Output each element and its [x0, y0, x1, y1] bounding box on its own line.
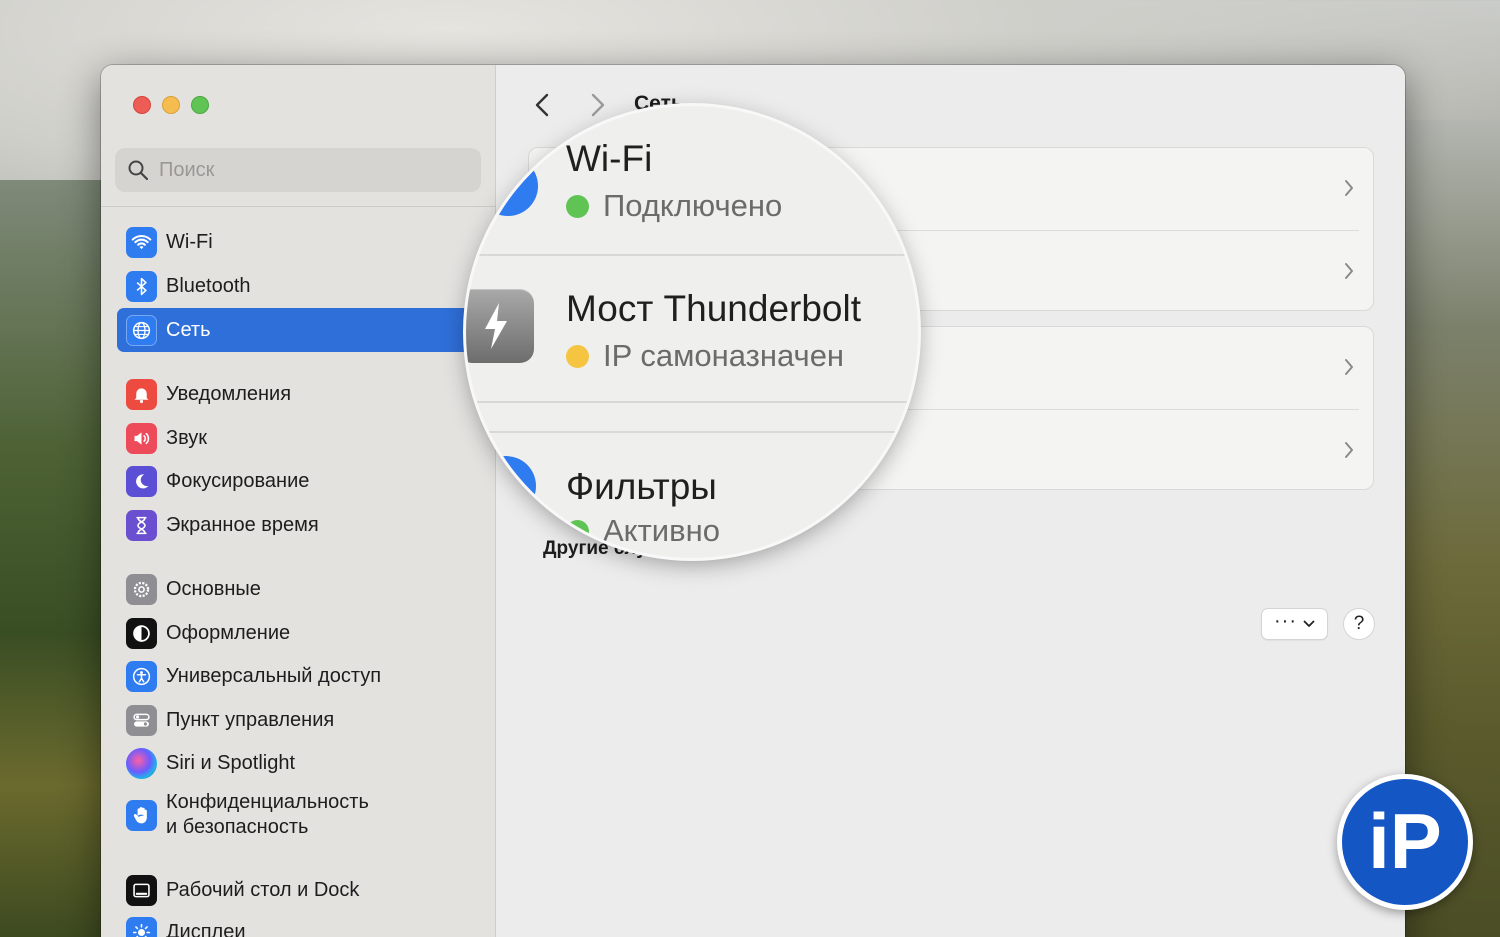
back-button[interactable]	[531, 91, 553, 119]
speaker-icon	[126, 422, 157, 454]
lens-wifi-status: Подключено	[566, 188, 782, 224]
sidebar-item-bluetooth[interactable]: Bluetooth	[117, 264, 479, 308]
lens-filters-title: Фильтры	[566, 466, 717, 507]
sidebar-item-appearance[interactable]: Оформление	[117, 611, 479, 655]
chevron-left-icon	[535, 93, 549, 117]
sidebar-item-label: Конфиденциальность	[166, 791, 369, 813]
ellipsis-icon: ···	[1274, 610, 1297, 632]
help-button[interactable]: ?	[1343, 608, 1375, 640]
sidebar-item-accessibility[interactable]: Универсальный доступ	[117, 654, 479, 698]
zoom-button[interactable]	[191, 96, 209, 114]
sidebar-item-displays[interactable]: Дисплеи	[117, 910, 479, 937]
bell-icon	[126, 378, 157, 410]
chevron-right-icon	[1345, 359, 1353, 375]
sidebar-item-label: Сеть	[166, 318, 211, 341]
sidebar-item-label: Пункт управления	[166, 708, 335, 731]
bluetooth-icon	[126, 270, 157, 302]
dock-icon	[126, 874, 157, 906]
sidebar-item-sound[interactable]: Звук	[117, 416, 479, 460]
lens-wifi-title: Wi-Fi	[566, 138, 653, 179]
sidebar-item-label: Универсальный доступ	[166, 664, 382, 687]
chevron-right-icon	[1345, 180, 1353, 196]
sidebar-item-siri[interactable]: Siri и Spotlight	[117, 741, 479, 785]
chevron-down-icon	[1303, 620, 1315, 627]
lens-wifi-status-text: Подключено	[603, 188, 783, 223]
sidebar: Wi-Fi Bluetooth Сеть Уведо	[101, 65, 496, 937]
sidebar-item-label-group: Конфиденциальность и безопасность	[166, 790, 369, 840]
lens-divider	[466, 431, 918, 433]
status-dot-yellow	[566, 344, 589, 368]
watermark-logo: iP	[1337, 774, 1473, 910]
sidebar-item-label: Уведомления	[166, 382, 292, 405]
hourglass-icon	[126, 509, 157, 541]
sidebar-item-wifi[interactable]: Wi-Fi	[117, 220, 479, 264]
appearance-icon	[126, 617, 157, 649]
wifi-service-icon	[478, 156, 538, 216]
history-navigation	[531, 91, 609, 119]
window-controls	[133, 96, 209, 114]
filters-service-icon	[476, 456, 536, 516]
svg-text:iP: iP	[1368, 802, 1442, 882]
sidebar-item-screen-time[interactable]: Экранное время	[117, 503, 479, 547]
sidebar-item-notifications[interactable]: Уведомления	[117, 372, 479, 416]
chevron-right-icon	[591, 93, 605, 117]
sidebar-item-label: Фокусирование	[166, 469, 310, 492]
hand-icon	[126, 799, 157, 831]
ip-logo-icon: iP	[1368, 802, 1442, 882]
sidebar-item-network[interactable]: Сеть	[117, 308, 479, 352]
lens-divider	[466, 254, 918, 256]
sidebar-item-label: Siri и Spotlight	[166, 751, 296, 774]
search-input[interactable]	[159, 158, 459, 182]
lens-thunderbolt-title: Мост Thunderbolt	[566, 288, 862, 329]
moon-icon	[126, 465, 157, 497]
search-field[interactable]	[115, 148, 481, 192]
wifi-icon	[126, 226, 157, 258]
siri-icon	[126, 747, 157, 779]
lens-divider	[466, 401, 918, 403]
forward-button[interactable]	[587, 91, 609, 119]
sidebar-item-focus[interactable]: Фокусирование	[117, 459, 479, 503]
sidebar-item-privacy[interactable]: Конфиденциальность и безопасность	[117, 785, 479, 845]
search-icon	[128, 160, 149, 181]
chevron-right-icon	[1345, 442, 1353, 458]
sidebar-item-label: Оформление	[166, 621, 291, 644]
sidebar-item-label: Рабочий стол и Dock	[166, 878, 360, 901]
sidebar-item-label: Экранное время	[166, 513, 319, 536]
sidebar-item-label: Wi-Fi	[166, 230, 213, 253]
globe-icon	[126, 314, 157, 346]
magnifier-lens: Wi-Fi Подключено Мост Thunderbolt IP сам…	[466, 106, 918, 558]
sidebar-item-label: Звук	[166, 426, 208, 449]
thunderbolt-icon	[466, 289, 534, 363]
accessibility-icon	[126, 660, 157, 692]
sidebar-item-label: и безопасность	[166, 816, 309, 838]
sidebar-divider	[101, 206, 496, 207]
gear-icon	[126, 573, 157, 605]
status-dot-green	[566, 194, 589, 218]
close-button[interactable]	[133, 96, 151, 114]
chevron-right-icon	[1345, 263, 1353, 279]
wallpaper-hills-left	[0, 180, 110, 937]
minimize-button[interactable]	[162, 96, 180, 114]
more-actions-button[interactable]: ···	[1261, 608, 1328, 640]
sun-icon	[126, 916, 157, 937]
sidebar-item-general[interactable]: Основные	[117, 567, 479, 611]
lens-filters-status-text: Активно	[603, 513, 720, 548]
sidebar-item-label: Дисплеи	[166, 920, 246, 937]
sidebar-item-desktop-dock[interactable]: Рабочий стол и Dock	[117, 868, 479, 912]
sidebar-item-label: Основные	[166, 577, 261, 600]
sidebar-item-control-center[interactable]: Пункт управления	[117, 698, 479, 742]
sidebar-item-label: Bluetooth	[166, 274, 251, 297]
status-dot-green	[566, 519, 589, 543]
lens-thunderbolt-status-text: IP самоназначен	[603, 338, 845, 373]
lens-thunderbolt-status: IP самоназначен	[566, 338, 844, 374]
control-center-icon	[126, 704, 157, 736]
lens-filters-status: Активно	[566, 513, 720, 549]
